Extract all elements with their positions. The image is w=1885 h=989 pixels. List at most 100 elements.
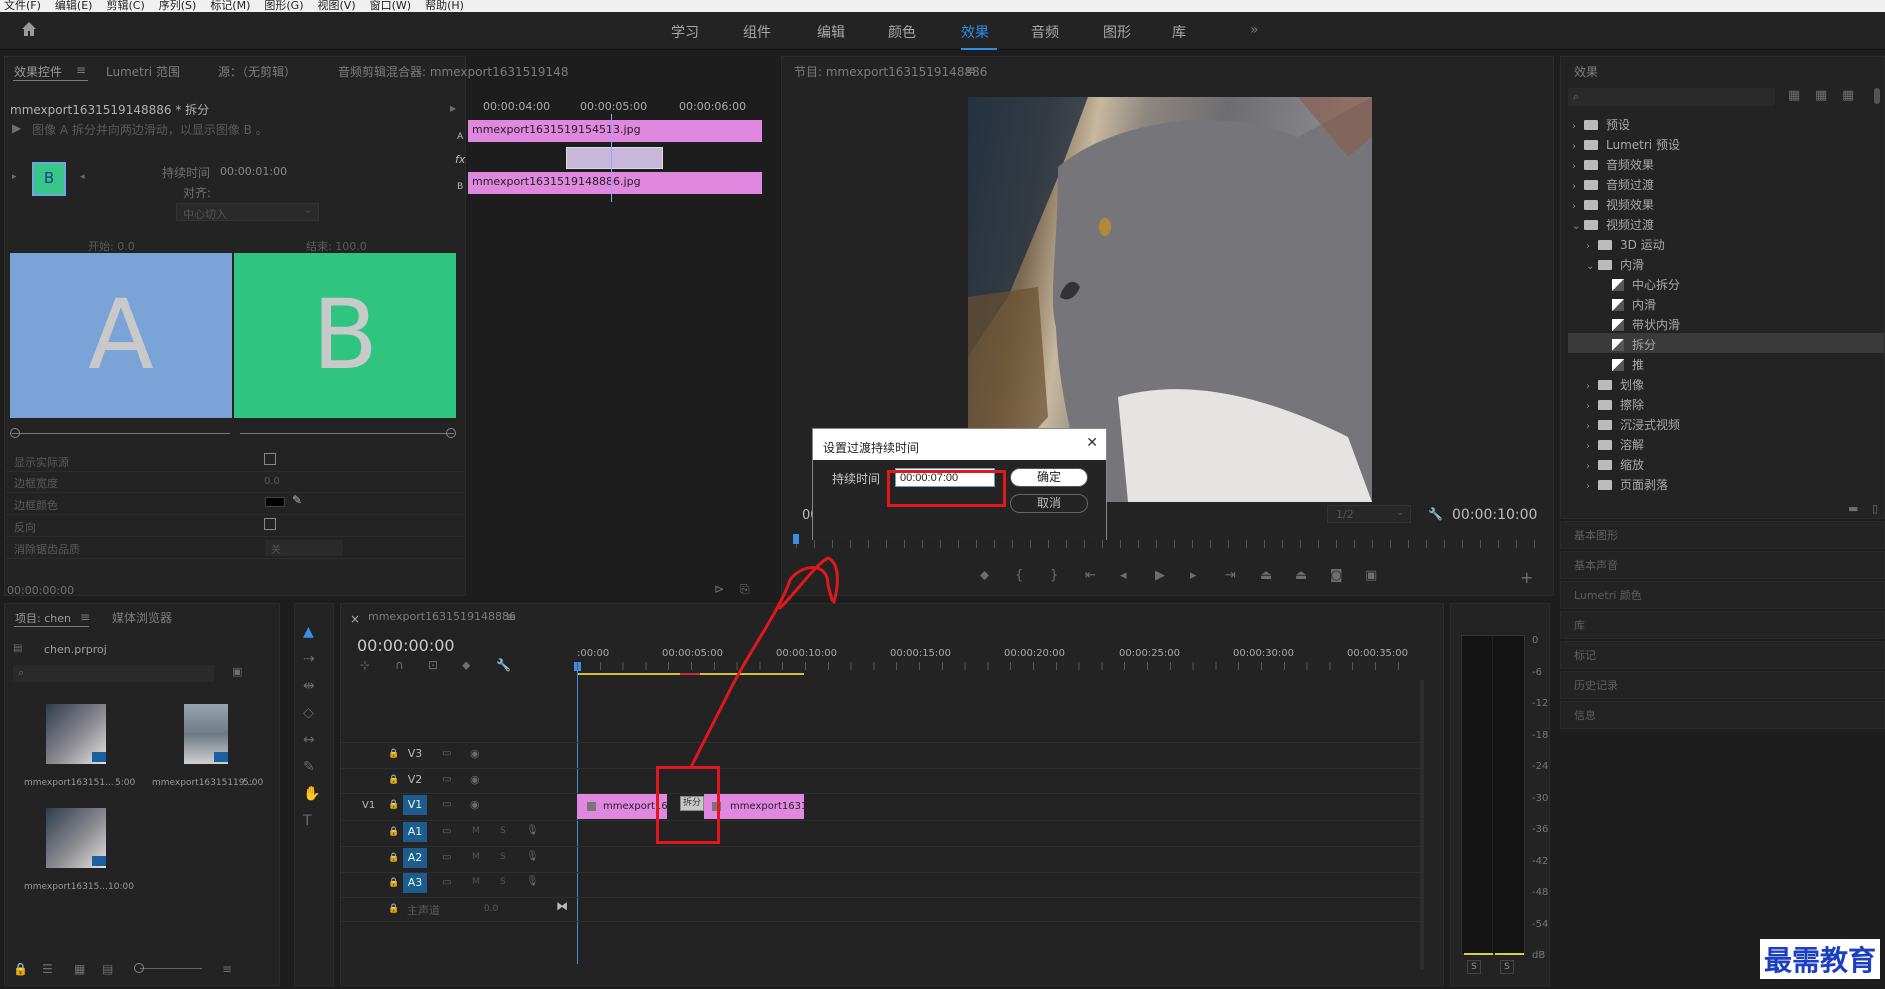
effect-folder[interactable]: › 音频过渡 (1572, 176, 1654, 193)
chevron-right-icon[interactable]: › (1586, 481, 1598, 492)
track-lock-icon[interactable]: 🔒 (388, 878, 399, 888)
solo-button[interactable]: S (500, 852, 506, 862)
tab-menu-icon[interactable]: ≡ (80, 610, 90, 624)
mark-out-icon[interactable]: } (1050, 568, 1058, 583)
tab-effect-controls[interactable]: 效果控件 (14, 63, 62, 80)
effect-item[interactable]: 带状内滑 (1600, 316, 1680, 333)
effect-folder[interactable]: › 擦除 (1586, 396, 1644, 413)
marker-icon[interactable]: ⬥ (980, 568, 989, 583)
sync-lock-icon[interactable]: ▭ (442, 748, 451, 759)
chevron-right-icon[interactable]: › (1586, 381, 1598, 392)
effect-item[interactable]: 推 (1600, 356, 1644, 373)
go-to-in-icon[interactable]: ⇤ (1085, 568, 1096, 583)
wrench-icon[interactable]: 🔧 (1428, 507, 1443, 521)
menu-item[interactable]: 剪辑(C) (106, 0, 144, 11)
sync-lock-icon[interactable]: ▭ (442, 774, 451, 785)
collapsed-panel-title[interactable]: 信息 (1574, 707, 1596, 723)
property-value[interactable]: 0.0 (264, 476, 280, 487)
settings-wrench-icon[interactable]: 🔧 (496, 658, 511, 672)
collapsed-panel-title[interactable]: Lumetri 颜色 (1574, 587, 1642, 603)
icon-view-icon[interactable]: ▦ (74, 962, 85, 976)
master-track-value[interactable]: 0.0 (484, 904, 498, 914)
sync-lock-icon[interactable]: ▭ (442, 826, 451, 837)
track-target-a3[interactable]: A3 (403, 873, 427, 893)
32bit-effects-icon[interactable]: ▦ (1815, 88, 1827, 103)
antialias-dropdown[interactable]: 关 (265, 540, 343, 556)
track-target-v3[interactable]: V3 (403, 744, 427, 764)
workspace-tab[interactable]: 图形 (1103, 22, 1131, 42)
start-slider-handle[interactable] (10, 428, 20, 438)
chevron-right-icon[interactable]: › (1586, 421, 1598, 432)
workspace-tab[interactable]: 编辑 (817, 22, 845, 42)
lock-icon[interactable]: 🔒 (13, 962, 28, 976)
eyedropper-icon[interactable]: ✎ (292, 493, 302, 507)
zoom-slider[interactable] (140, 968, 202, 969)
home-icon[interactable] (20, 20, 38, 38)
effect-folder[interactable]: › 音频效果 (1572, 156, 1654, 173)
source-patch-v1[interactable]: V1 (362, 800, 375, 811)
timeline-close-icon[interactable]: × (350, 612, 360, 626)
menu-item[interactable]: 编辑(E) (55, 0, 93, 11)
project-item[interactable]: mmexport16315119... 5:00 (144, 696, 272, 796)
slip-icon[interactable]: ↔ (303, 732, 315, 748)
tab-media-browser[interactable]: 媒体浏览器 (112, 609, 172, 626)
accelerated-effects-icon[interactable]: ▦ (1788, 88, 1800, 103)
effect-folder[interactable]: › 视频效果 (1572, 196, 1654, 213)
compare-icon[interactable]: ▣ (1365, 568, 1377, 583)
chevron-down-icon[interactable]: ⌄ (1572, 221, 1584, 232)
microphone-icon[interactable]: 🎙 (526, 851, 539, 862)
track-lock-icon[interactable]: 🔒 (388, 775, 399, 785)
track-target-a2[interactable]: A2 (403, 848, 427, 868)
collapse-arrow-icon[interactable]: ▸ (450, 101, 456, 115)
track-lock-icon[interactable]: 🔒 (388, 853, 399, 863)
chevron-right-icon[interactable]: › (1586, 461, 1598, 472)
mute-button[interactable]: M (472, 826, 480, 836)
collapsed-panel[interactable] (1560, 701, 1885, 729)
new-search-bin-icon[interactable]: ▣ (232, 665, 242, 678)
chevron-right-icon[interactable]: › (1572, 141, 1584, 152)
workspace-tab[interactable]: 组件 (743, 22, 771, 42)
type-icon[interactable]: T (303, 813, 312, 829)
track-target-v2[interactable]: V2 (403, 770, 427, 790)
collapsed-panel-title[interactable]: 基本图形 (1574, 527, 1618, 543)
ok-button[interactable]: 确定 (1010, 468, 1088, 487)
chevron-right-icon[interactable]: › (1586, 241, 1598, 252)
extract-icon[interactable]: ⏏ (1295, 568, 1307, 583)
solo-left-button[interactable]: S (1467, 960, 1481, 974)
solo-button[interactable]: S (500, 877, 506, 887)
workspace-tab[interactable]: 库 (1172, 22, 1186, 42)
effect-folder[interactable]: ⌄ 视频过渡 (1572, 216, 1654, 233)
chevron-right-icon[interactable]: › (1572, 161, 1584, 172)
program-scrubber[interactable] (796, 540, 1536, 548)
effects-scrollbar[interactable] (1874, 88, 1880, 104)
project-search-input[interactable]: ⌕ (13, 665, 214, 682)
selection-tool-icon[interactable]: ▲ (303, 624, 314, 640)
go-to-end-icon[interactable]: ⧓ (556, 899, 568, 913)
fit-dropdown[interactable]: 1/2 ⌄ (1327, 505, 1411, 523)
menu-item[interactable]: 图形(G) (264, 0, 303, 11)
collapsed-panel-title[interactable]: 基本声音 (1574, 557, 1618, 573)
tab-source[interactable]: 源：（无剪辑） (218, 63, 296, 80)
mute-button[interactable]: M (472, 877, 480, 887)
mark-in-icon[interactable]: { (1015, 568, 1023, 583)
mini-clip-a[interactable]: mmexport1631519154513.jpg (468, 120, 762, 142)
effect-item[interactable]: 内滑 (1600, 296, 1656, 313)
edge-selector-icon[interactable]: ◂ (80, 172, 85, 182)
track-target-v1[interactable]: V1 (403, 795, 427, 815)
workspace-tab[interactable]: 颜色 (888, 22, 916, 42)
microphone-icon[interactable]: 🎙 (526, 876, 539, 887)
more-workspaces-icon[interactable]: » (1250, 22, 1259, 38)
add-marker-icon[interactable]: ⬥ (462, 658, 470, 673)
align-dropdown[interactable]: 中心切入 ⌄ (176, 203, 319, 221)
program-menu-icon[interactable]: ≡ (966, 63, 976, 77)
play-icon[interactable]: ▶ (1155, 568, 1165, 583)
effect-item[interactable]: 拆分 (1600, 336, 1656, 353)
solo-button[interactable]: S (500, 826, 506, 836)
collapsed-panel[interactable] (1560, 611, 1885, 639)
list-view-icon[interactable]: ☰ (42, 962, 53, 976)
ripple-edit-icon[interactable]: ⇹ (303, 678, 315, 694)
zoom-slider-handle[interactable] (134, 963, 144, 973)
step-forward-icon[interactable]: ▸ (1190, 568, 1197, 583)
sort-icon[interactable]: ≡ (222, 962, 232, 976)
mini-playhead[interactable] (611, 114, 612, 202)
